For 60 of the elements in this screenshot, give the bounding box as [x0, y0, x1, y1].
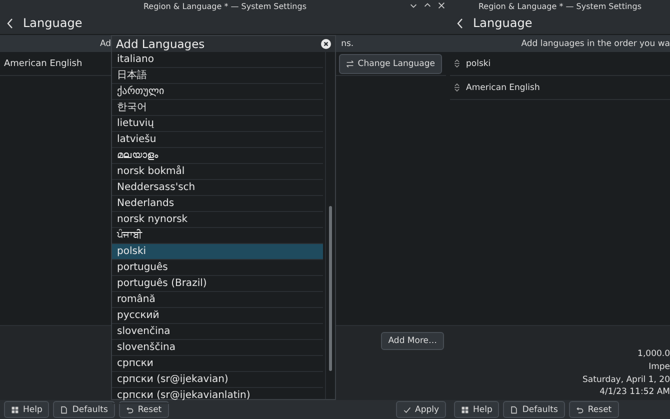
page-title: Language	[473, 16, 532, 30]
close-icon[interactable]	[321, 39, 331, 49]
document-icon	[60, 406, 68, 414]
language-item[interactable]: српски	[112, 356, 323, 372]
subtitle-text: ns.	[341, 38, 354, 48]
grid-icon	[11, 406, 19, 414]
close-icon[interactable]	[437, 1, 446, 10]
add-more-button[interactable]: Add More…	[381, 332, 444, 350]
language-item[interactable]: 日本語	[112, 68, 323, 84]
language-item[interactable]: മലയാളം	[112, 148, 323, 164]
change-language-button[interactable]: Change Language	[338, 54, 442, 74]
language-item[interactable]: lietuvių	[112, 116, 323, 132]
language-item[interactable]: latviešu	[112, 132, 323, 148]
language-name: polski	[466, 58, 491, 68]
language-item[interactable]: 한국어	[112, 100, 323, 116]
grid-icon	[461, 406, 469, 414]
subtitle-text: Add languages in the order you wa	[521, 38, 670, 48]
back-icon[interactable]	[6, 18, 14, 28]
help-button[interactable]: Help	[454, 401, 500, 418]
swap-icon	[346, 60, 354, 68]
detail-text: Saturday, April 1, 20	[582, 374, 670, 387]
detail-text: 4/1/23 11:52 AM	[600, 387, 670, 397]
help-button[interactable]: Help	[4, 401, 50, 418]
detail-text: Impe	[648, 361, 670, 374]
language-item[interactable]: português	[112, 260, 323, 276]
language-item[interactable]: slovenčina	[112, 324, 323, 340]
document-icon	[510, 406, 518, 414]
language-item[interactable]: ქართული	[112, 84, 323, 100]
page-title: Language	[23, 16, 82, 30]
language-item[interactable]: Nederlands	[112, 196, 323, 212]
language-item[interactable]: norsk nynorsk	[112, 212, 323, 228]
language-name: American English	[4, 58, 82, 68]
language-item[interactable]: slovenščina	[112, 340, 323, 356]
window-title: Region & Language * — System Settings	[143, 2, 306, 10]
language-item[interactable]: Neddersass'sch	[112, 180, 323, 196]
back-icon[interactable]	[456, 18, 464, 28]
apply-button[interactable]: Apply	[396, 401, 446, 418]
language-item[interactable]: српски (sr@ijekavian)	[112, 372, 323, 388]
language-item[interactable]: norsk bokmål	[112, 164, 323, 180]
language-item[interactable]: română	[112, 292, 323, 308]
scrollbar[interactable]	[325, 52, 335, 399]
drag-handle-icon[interactable]	[454, 83, 460, 92]
reset-button[interactable]: Reset	[568, 401, 619, 418]
reset-button[interactable]: Reset	[118, 401, 169, 418]
check-icon	[403, 406, 411, 414]
language-item[interactable]: português (Brazil)	[112, 276, 323, 292]
language-item[interactable]: polski	[112, 244, 323, 260]
subtitle-text: Ad	[99, 38, 112, 48]
detail-text: 1,000.0	[638, 348, 670, 361]
language-name: American English	[466, 82, 540, 92]
defaults-button[interactable]: Defaults	[503, 401, 565, 418]
undo-icon	[576, 406, 584, 414]
language-item[interactable]: italiano	[112, 52, 323, 68]
dialog-title: Add Languages	[116, 37, 205, 51]
language-item[interactable]: русский	[112, 308, 323, 324]
language-item[interactable]: српски (sr@ijekavianlatin)	[112, 388, 323, 404]
undo-icon	[126, 406, 134, 414]
drag-handle-icon[interactable]	[454, 59, 460, 68]
defaults-button[interactable]: Defaults	[53, 401, 115, 418]
window-title: Region & Language * — System Settings	[478, 2, 642, 10]
